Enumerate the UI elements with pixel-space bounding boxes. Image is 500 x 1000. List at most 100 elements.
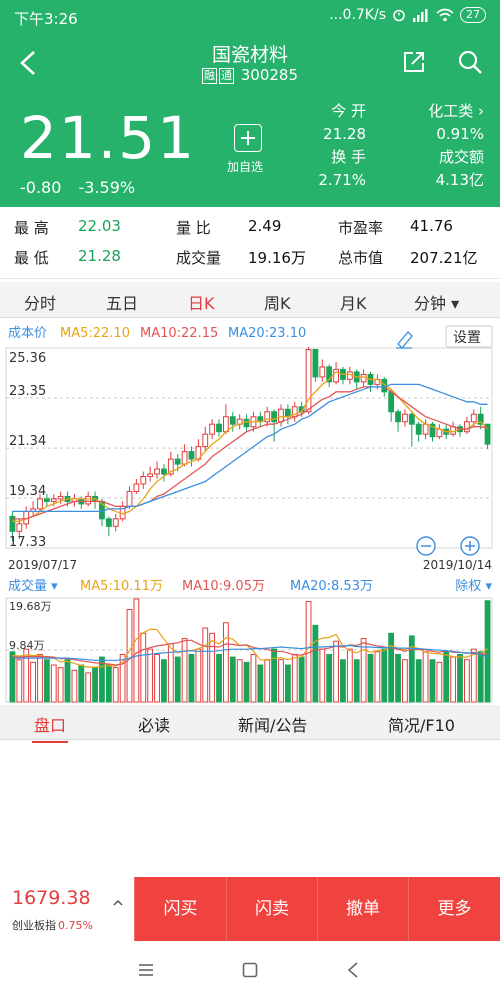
info-tabs: 盘口 必读 新闻/公告 简况/F10 <box>0 705 500 743</box>
stock-header: 国瓷材料 融通 300285 <box>0 34 500 92</box>
candle-body <box>388 391 395 413</box>
candle-body <box>57 495 64 500</box>
vol-ratio-value: 2.49 <box>248 217 282 235</box>
open-value: 21.28 <box>323 125 366 143</box>
ma10-legend: MA10:22.15 <box>140 326 218 341</box>
wifi-icon <box>436 8 454 22</box>
back-nav-icon[interactable] <box>346 962 360 978</box>
app-root: 下午3:26 ...0.7K/s 27 国瓷材料 融通 300285 21.51… <box>0 0 500 1000</box>
volume-bar <box>16 659 23 703</box>
volume-bar <box>243 661 250 703</box>
volume-bar <box>37 653 43 703</box>
menu-icon[interactable] <box>138 963 154 977</box>
volume-bar <box>229 656 236 703</box>
quick-buy-button[interactable]: 闪买 <box>134 877 226 941</box>
index-ticker[interactable]: 1679.38 创业板指 0.75% <box>0 877 134 941</box>
add-favorite-button[interactable]: 加自选 <box>227 124 268 175</box>
volume-bar <box>422 651 429 703</box>
plus-icon <box>234 124 262 152</box>
change-percent: -3.59% <box>78 178 136 197</box>
chevron-up-icon[interactable] <box>112 897 124 909</box>
volume-label: 成交量 ▾ <box>8 578 58 594</box>
volume-bar <box>181 638 188 703</box>
candle-body <box>105 518 112 527</box>
volume-bar <box>174 656 181 703</box>
pe-label: 市盈率 <box>338 219 384 237</box>
candle-body <box>43 498 50 502</box>
tab-profile-f10[interactable]: 简况/F10 <box>388 712 455 736</box>
volume-bar <box>298 656 305 703</box>
price-y-tick: 17.33 <box>9 535 46 550</box>
candle-body <box>229 416 236 425</box>
candle-body <box>16 523 23 532</box>
ex-rights-dropdown[interactable]: 除权 ▾ <box>455 578 492 594</box>
sector-link[interactable]: 化工类 › <box>384 100 484 123</box>
volume-bar <box>71 669 78 703</box>
amount-label: 成交额 <box>438 148 484 166</box>
open-label: 今 开 <box>331 102 366 120</box>
volume-bar <box>367 653 374 703</box>
volume-bar <box>92 667 98 703</box>
tab-minute[interactable]: 分钟 ▾ <box>414 290 459 314</box>
candle-body <box>202 433 209 448</box>
candle-body <box>415 423 422 435</box>
price-y-tick: 25.36 <box>9 351 46 366</box>
volume-bar <box>429 659 436 703</box>
candle-body <box>209 423 216 435</box>
quick-sell-button[interactable]: 闪卖 <box>226 877 317 941</box>
volume-bar <box>319 648 326 703</box>
high-value: 22.03 <box>78 217 121 235</box>
sector-change: 0.91% <box>436 125 484 143</box>
volume-bar <box>326 653 333 703</box>
home-icon[interactable] <box>242 962 258 978</box>
volume-bar <box>395 653 401 703</box>
volume-y-tick: 9.84万 <box>9 639 45 652</box>
system-nav-bar <box>0 941 500 1000</box>
tab-weekly-k[interactable]: 周K <box>264 290 291 314</box>
tab-must-read[interactable]: 必读 <box>138 712 170 736</box>
signal-icon <box>413 9 428 22</box>
market-cap-value: 207.21亿 <box>410 249 478 267</box>
candle-body <box>154 468 160 475</box>
more-button[interactable]: 更多 <box>408 877 500 941</box>
volume-bar <box>436 661 443 703</box>
settings-label: 设置 <box>453 330 481 346</box>
volume-bar <box>415 659 422 703</box>
volume-bar <box>264 659 271 703</box>
stock-code: 300285 <box>240 66 299 84</box>
volume-bar <box>257 664 264 703</box>
ma20-legend: MA20:23.10 <box>228 326 306 341</box>
tab-order-book[interactable]: 盘口 <box>31 712 69 743</box>
price-y-tick: 21.34 <box>9 434 46 449</box>
cancel-order-button[interactable]: 撤单 <box>317 877 408 941</box>
trade-bar: 1679.38 创业板指 0.75% 闪买 闪卖 撤单 更多 <box>0 877 500 941</box>
candle-body <box>140 476 147 485</box>
margin-tag-rong: 融 <box>201 68 217 84</box>
kline-chart[interactable]: 25.36 23.35 21.34 19.34 17.33 成本价 MA5:22.10 MA1… <box>0 320 500 704</box>
index-name: 创业板指 <box>12 919 56 932</box>
volume-bar <box>470 648 477 703</box>
stats-row-1: 最 高 22.03 量 比 2.49 市盈率 41.76 <box>0 209 500 243</box>
volume-bar <box>195 648 202 703</box>
tab-news[interactable]: 新闻/公告 <box>238 712 307 736</box>
candle-body <box>161 468 167 475</box>
ma5-legend: MA5:22.10 <box>60 326 130 341</box>
candle-body <box>216 423 222 433</box>
volume-bar <box>188 653 195 703</box>
kline-chart-area[interactable]: 25.36 23.35 21.34 19.34 17.33 成本价 MA5:22.10 MA1… <box>0 320 500 704</box>
last-price: 21.51 <box>20 104 197 172</box>
volume-bar <box>216 653 222 703</box>
search-icon[interactable] <box>456 48 484 76</box>
tab-monthly-k[interactable]: 月K <box>340 290 367 314</box>
volume-bar <box>250 653 257 703</box>
volume-bar <box>463 659 470 703</box>
tab-five-day[interactable]: 五日 <box>106 290 138 314</box>
stats-row-2: 最 低 21.28 成交量 19.16万 总市值 207.21亿 <box>0 239 500 273</box>
tab-daily-k[interactable]: 日K <box>184 290 218 323</box>
volume-bar <box>133 598 140 703</box>
quote-col-sector: 化工类 › 0.91% 成交额 4.13亿 <box>384 100 484 192</box>
share-icon[interactable] <box>400 48 428 76</box>
tab-intraday[interactable]: 分时 <box>24 290 56 314</box>
volume-bar <box>57 667 64 703</box>
pencil-icon[interactable] <box>396 331 413 349</box>
